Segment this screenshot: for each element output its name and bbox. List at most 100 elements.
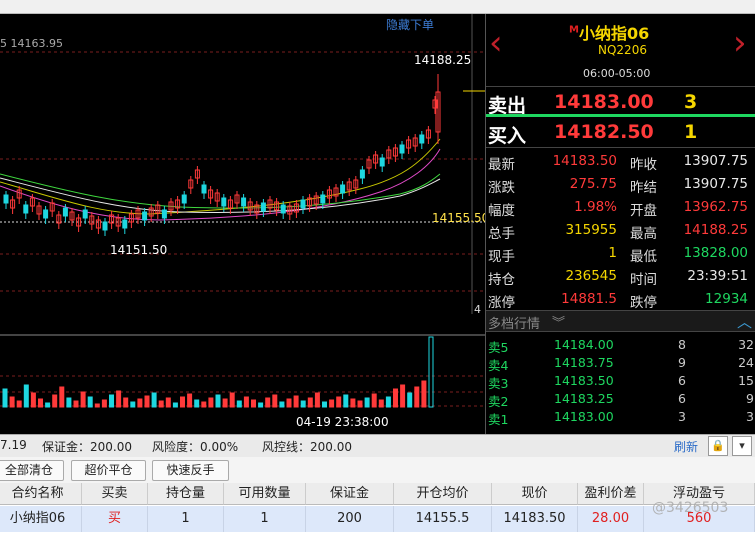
volume-bar xyxy=(45,402,51,408)
depth-total: 9 xyxy=(746,391,754,406)
volume-bar xyxy=(314,392,320,408)
candle-body xyxy=(300,199,306,209)
table-cell[interactable]: 买 xyxy=(82,506,148,532)
depth-row[interactable]: 卖4 14183.75 9 24 xyxy=(486,354,755,373)
depth-row[interactable]: 卖2 14183.25 6 9 xyxy=(486,390,755,409)
table-cell[interactable]: 200 xyxy=(306,506,394,532)
chevron-up-icon[interactable]: ︿ xyxy=(737,311,752,332)
depth-title: 多档行情 xyxy=(488,317,541,332)
next-contract-chevron-icon[interactable]: › xyxy=(733,26,747,60)
depth-qty: 3 xyxy=(678,409,686,424)
column-header[interactable]: 持仓量 xyxy=(148,483,224,505)
candle-body xyxy=(201,184,207,194)
candle-body xyxy=(82,209,88,219)
bid-row[interactable]: 买入 14182.50 1 xyxy=(486,117,755,147)
candlestick-chart[interactable]: 隐藏下单 5 14163.95 14188.25 14151.50 14155.… xyxy=(0,14,485,434)
stat-value: 14183.50 xyxy=(552,153,617,169)
volume-bar xyxy=(336,396,342,408)
volume-bar xyxy=(66,397,72,408)
stat-label: 持仓 xyxy=(488,272,515,288)
volume-bar xyxy=(2,388,8,408)
column-header[interactable]: 开仓均价 xyxy=(394,483,492,505)
stat-label: 涨跌 xyxy=(488,180,515,196)
prev-contract-chevron-icon[interactable]: ‹ xyxy=(489,26,503,60)
volume-bar xyxy=(180,396,185,408)
volume-bar xyxy=(385,396,391,408)
hide-order-button[interactable]: 隐藏下单 xyxy=(386,16,434,33)
double-chevron-down-icon[interactable]: ︾ xyxy=(552,312,565,331)
volume-bar xyxy=(400,384,406,408)
candle-body xyxy=(320,194,326,204)
limit-close-button[interactable]: 超价平仓 xyxy=(71,460,146,481)
depth-row[interactable]: 卖3 14183.50 6 15 xyxy=(486,372,755,391)
high-price-label: 14188.25 xyxy=(414,53,472,67)
main-contract-marker: M xyxy=(569,24,579,36)
depth-total: 15 xyxy=(738,373,754,388)
stat-value: 1 xyxy=(608,245,617,261)
stat-label: 开盘 xyxy=(630,203,657,219)
stat-label: 幅度 xyxy=(488,203,515,219)
volume-bar xyxy=(222,398,228,408)
volume-bar xyxy=(101,399,107,408)
chart-canvas xyxy=(0,14,485,408)
volume-bar xyxy=(378,399,384,408)
depth-price: 14183.25 xyxy=(554,391,614,406)
volume-bar xyxy=(286,398,292,408)
stat-value: 275.75 xyxy=(569,176,617,192)
candle-body xyxy=(399,144,405,154)
volume-bar xyxy=(343,394,349,408)
stat-label: 时间 xyxy=(630,272,657,288)
depth-qty: 9 xyxy=(678,355,686,370)
quote-panel: ‹ › M小纳指06 NQ2206 06:00-05:00 卖出 14183.0… xyxy=(485,14,755,434)
table-cell[interactable]: 14183.50 xyxy=(492,506,578,532)
table-cell[interactable]: 1 xyxy=(148,506,224,532)
candle-body xyxy=(102,221,108,231)
column-header[interactable]: 可用数量 xyxy=(224,483,306,505)
column-header[interactable]: 盈利价差 xyxy=(578,483,644,505)
account-status-bar: 7.19 保证金：200.00 风险度：0.00% 风控线：200.00 刷新 … xyxy=(0,434,755,457)
column-header[interactable]: 保证金 xyxy=(306,483,394,505)
refresh-link[interactable]: 刷新 xyxy=(674,438,698,455)
table-cell[interactable]: 28.00 xyxy=(578,506,644,532)
volume-bar xyxy=(30,392,36,408)
candle-body xyxy=(221,197,227,207)
reverse-button[interactable]: 快速反手 xyxy=(152,460,229,481)
quote-row: 幅度 1.98% 开盘 13962.75 xyxy=(486,196,755,219)
volume-bar xyxy=(130,401,136,408)
contract-code: NQ2206 xyxy=(598,43,647,57)
volume-bar xyxy=(151,392,157,408)
volume-scale-label: 4 xyxy=(474,303,481,316)
depth-row[interactable]: 卖5 14184.00 8 32 xyxy=(486,336,755,355)
volume-bar xyxy=(137,398,143,408)
volume-bar xyxy=(329,399,335,408)
volume-bar xyxy=(414,386,420,408)
table-cell[interactable]: 小纳指06 xyxy=(0,506,82,532)
low-price-label: 14151.50 xyxy=(110,243,168,257)
volume-bar xyxy=(364,397,370,408)
lock-icon[interactable]: 🔒 xyxy=(708,436,728,456)
ask-row[interactable]: 卖出 14183.00 3 xyxy=(486,86,755,117)
stat-value: 315955 xyxy=(565,222,617,238)
close-all-button[interactable]: 全部清仓 xyxy=(0,460,64,481)
stat-label: 昨结 xyxy=(630,180,657,196)
table-cell[interactable]: 1 xyxy=(224,506,306,532)
moving-average-line xyxy=(0,138,441,215)
depth-price: 14183.50 xyxy=(554,373,614,388)
candle-body xyxy=(142,211,148,221)
stat-label: 涨停 xyxy=(488,295,515,311)
dropdown-icon[interactable]: ▾ xyxy=(732,436,752,456)
column-header[interactable]: 现价 xyxy=(492,483,578,505)
stat-value: 14881.5 xyxy=(561,291,617,307)
action-bar: 全部清仓 超价平仓 快速反手 xyxy=(0,457,755,483)
stat-value: 13907.75 xyxy=(683,176,748,192)
risk-line-text: 风控线：200.00 xyxy=(262,440,352,454)
table-cell[interactable]: 14155.5 xyxy=(394,506,492,532)
depth-row[interactable]: 卖1 14183.00 3 3 xyxy=(486,408,755,427)
column-header[interactable]: 买卖 xyxy=(82,483,148,505)
depth-header[interactable]: 多档行情 ︾ ︿ xyxy=(486,310,755,332)
column-header[interactable]: 合约名称 xyxy=(0,483,82,505)
stat-label: 最高 xyxy=(630,226,657,242)
depth-total: 24 xyxy=(738,355,754,370)
volume-bar xyxy=(293,395,299,408)
volume-bar xyxy=(52,394,58,408)
